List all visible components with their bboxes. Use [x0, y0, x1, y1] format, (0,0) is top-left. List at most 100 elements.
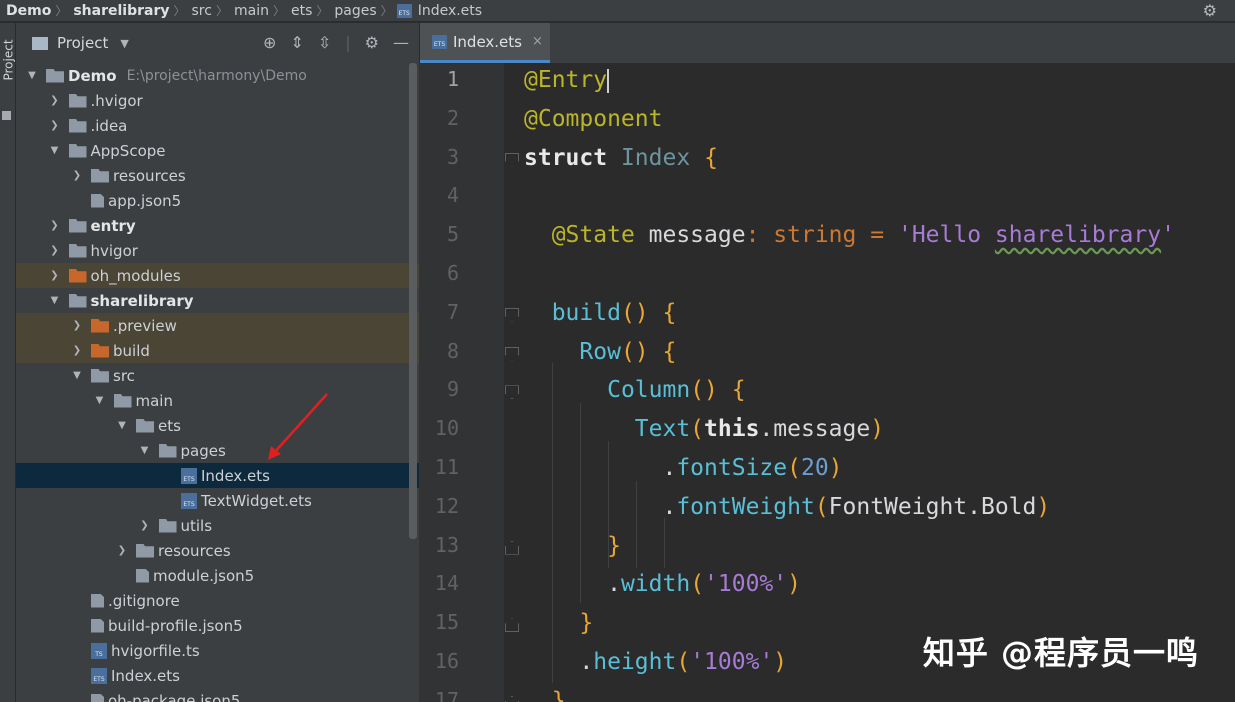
tree-item[interactable]: ❯ hvigor [16, 238, 419, 263]
chevron-right-icon[interactable]: ❯ [69, 320, 85, 331]
tree-item[interactable]: ❯ .idea [16, 113, 419, 138]
tree-item[interactable]: module.json5 [16, 563, 419, 588]
fold-marker-icon[interactable] [505, 346, 519, 361]
tree-item[interactable]: ▼ Demo E:\project\harmony\Demo [16, 63, 419, 88]
tree-item[interactable]: ▼ sharelibrary [16, 288, 419, 313]
project-tool-button[interactable]: Project [2, 39, 16, 80]
tree-item[interactable]: app.json5 [16, 188, 419, 213]
breadcrumb-item[interactable]: main [228, 3, 273, 19]
tree-item-label: resources [158, 541, 231, 560]
tree-item[interactable]: ETS Index.ets [16, 463, 419, 488]
fold-marker-icon[interactable] [505, 695, 519, 702]
breadcrumb-item[interactable]: pages [328, 3, 380, 19]
code-line[interactable]: } [524, 688, 1224, 702]
tree-item[interactable]: ❯ .hvigor [16, 88, 419, 113]
folder-icon [158, 518, 177, 533]
locate-icon[interactable]: ⊕ [263, 33, 276, 52]
chevron-down-icon[interactable]: ▼ [92, 395, 108, 406]
minimize-icon[interactable]: — [393, 33, 409, 52]
code-line[interactable]: } [524, 533, 1224, 559]
project-view-title[interactable]: Project [57, 34, 108, 52]
code-line[interactable]: Text(this.message) [524, 416, 1224, 442]
tree-item[interactable]: TS hvigorfile.ts [16, 638, 419, 663]
code-line[interactable]: @State message: string = 'Hello sharelib… [524, 222, 1224, 248]
settings-icon[interactable]: ⚙ [1203, 1, 1217, 20]
fold-marker-icon[interactable] [505, 385, 519, 400]
code-line[interactable]: build() { [524, 300, 1224, 326]
code-line[interactable]: .fontSize(20) [524, 455, 1224, 481]
chevron-right-icon[interactable]: ❯ [47, 270, 63, 281]
chevron-down-icon[interactable]: ▼ [114, 420, 130, 431]
tree-item[interactable]: ❯ .preview [16, 313, 419, 338]
tree-item[interactable]: ❯ oh_modules [16, 263, 419, 288]
chevron-right-icon[interactable]: ❯ [47, 245, 63, 256]
tree-item[interactable]: oh-package.json5 [16, 688, 419, 702]
chevron-right-icon[interactable]: ❯ [69, 345, 85, 356]
chevron-right-icon[interactable]: ❯ [69, 170, 85, 181]
tree-item[interactable]: ❯ resources [16, 538, 419, 563]
chevron-down-icon[interactable]: ▼ [69, 370, 85, 381]
tab-index-ets[interactable]: ETS Index.ets × [420, 23, 550, 63]
line-number: 12 [434, 493, 459, 518]
tree-item[interactable]: ETS TextWidget.ets [16, 488, 419, 513]
tree-item[interactable]: ▼ AppScope [16, 138, 419, 163]
line-number: 15 [434, 610, 459, 635]
code-token: width [620, 571, 691, 598]
tree-item[interactable]: ETS Index.ets [16, 663, 419, 688]
tree-item[interactable]: ❯ resources [16, 163, 419, 188]
tree-item[interactable]: ▼ src [16, 363, 419, 388]
code-token: . [524, 493, 677, 520]
breadcrumb-item[interactable]: ets [285, 3, 316, 19]
collapse-all-icon[interactable]: ⇳ [318, 33, 331, 52]
ets-file-icon: ETS [181, 492, 197, 509]
breadcrumb-item[interactable]: sharelibrary [67, 3, 173, 19]
code-editor[interactable]: 1 2 3 4 5 6 7 8 9 10 11 12 13 14 15 16 17 @Entry @Compone… [419, 63, 1235, 702]
breadcrumb-item[interactable]: src [186, 3, 216, 19]
chevron-down-icon[interactable]: ▼ [137, 445, 153, 456]
code-line[interactable]: Column() { [524, 377, 1224, 403]
expand-all-icon[interactable]: ⇕ [290, 33, 303, 52]
tree-item[interactable]: ❯ utils [16, 513, 419, 538]
close-icon[interactable]: × [532, 34, 543, 49]
tree-item[interactable]: ❯ entry [16, 213, 419, 238]
code-line[interactable]: struct Index { [524, 145, 1224, 171]
chevron-down-icon[interactable]: ▼ [47, 295, 63, 306]
chevron-right-icon[interactable]: ❯ [47, 95, 63, 106]
project-tree-scrollbar[interactable] [409, 63, 417, 539]
chevron-down-icon[interactable]: ▼ [47, 145, 63, 156]
module-folder-icon [68, 218, 87, 233]
chevron-right-icon[interactable]: ❯ [47, 220, 63, 231]
structure-icon[interactable] [2, 111, 11, 120]
breadcrumb-item[interactable]: Index.ets [412, 3, 486, 19]
chevron-down-icon[interactable]: ▼ [120, 37, 128, 50]
code-token: { [731, 377, 746, 404]
fold-marker-icon[interactable] [505, 540, 519, 555]
code-token: ) [828, 455, 843, 481]
code-token: FontWeight.Bold [828, 493, 1037, 520]
tree-item[interactable]: ❯ build [16, 338, 419, 363]
chevron-down-icon[interactable]: ▼ [24, 70, 40, 81]
tree-item[interactable]: .gitignore [16, 588, 419, 613]
tree-item[interactable]: ▼ pages [16, 438, 419, 463]
code-line[interactable]: .fontWeight(FontWeight.Bold) [524, 494, 1224, 520]
tree-item[interactable]: ▼ ets [16, 413, 419, 438]
tree-item[interactable]: build-profile.json5 [16, 613, 419, 638]
chevron-right-icon[interactable]: ❯ [47, 120, 63, 131]
fold-marker-icon[interactable] [505, 307, 519, 322]
code-line[interactable]: Row() { [524, 339, 1224, 365]
navigation-breadcrumb: Demo 〉 sharelibrary 〉 src 〉 main 〉 ets 〉 pages 〉 ETS… [0, 0, 1235, 22]
code-line[interactable]: .width('100%') [524, 571, 1224, 597]
fold-marker-icon[interactable] [505, 152, 519, 167]
gear-icon[interactable]: ⚙ [365, 33, 379, 52]
tree-item[interactable]: ▼ main [16, 388, 419, 413]
chevron-right-icon[interactable]: ❯ [114, 545, 130, 556]
code-line[interactable]: @Component [524, 106, 1224, 132]
code-token: = [870, 222, 885, 249]
tree-item-label: hvigor [90, 241, 138, 260]
breadcrumb-item[interactable]: Demo [0, 3, 55, 19]
fold-marker-icon[interactable] [505, 618, 519, 633]
chevron-right-icon[interactable]: ❯ [137, 520, 153, 531]
code-line[interactable]: @Entry [524, 67, 1224, 93]
